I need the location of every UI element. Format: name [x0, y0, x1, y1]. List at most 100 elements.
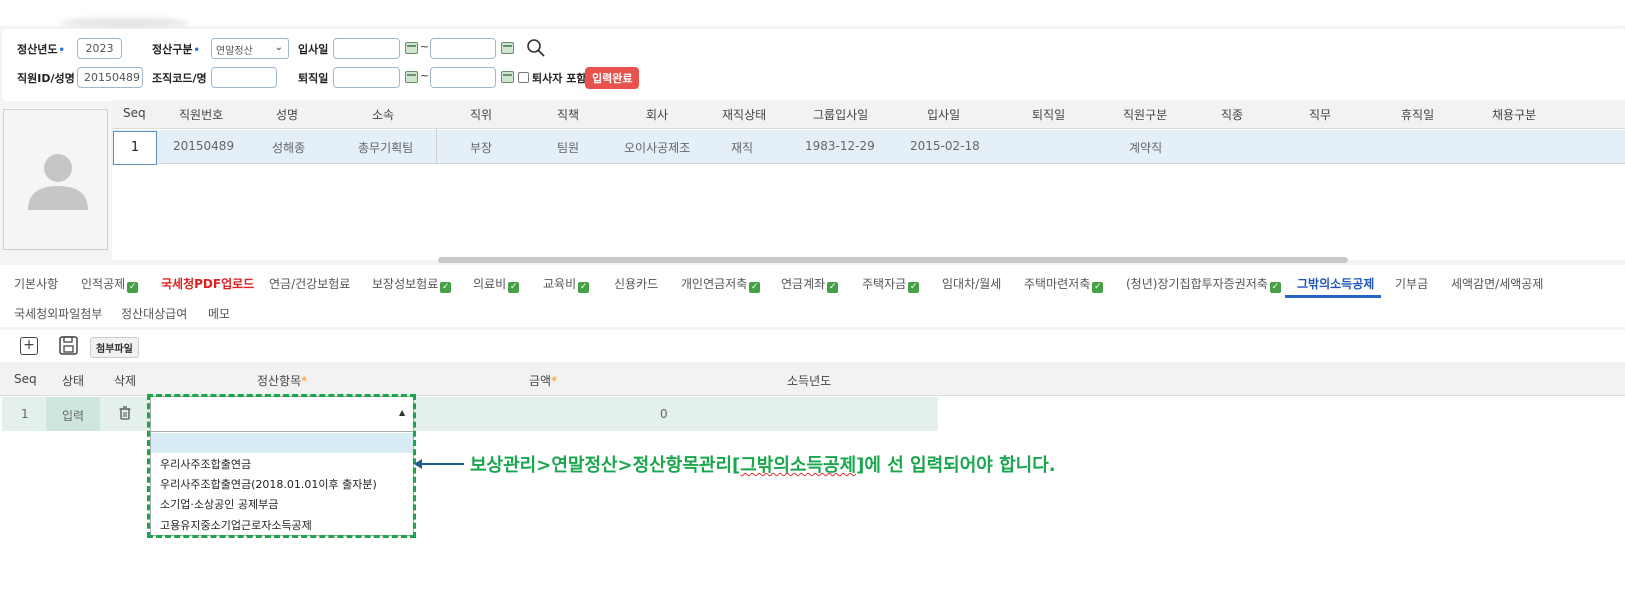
tab-credit-card[interactable]: 신용카드 — [614, 275, 658, 292]
cell-dept: 총무기획팀 — [358, 141, 414, 155]
floppy-disk-icon[interactable] — [59, 336, 78, 355]
col-status: 재직상태 — [722, 108, 767, 122]
cell-status: 재직 — [731, 141, 754, 155]
org-label: 조직코드/명 — [152, 72, 207, 85]
active-tab-underline — [1285, 295, 1381, 298]
cell-join: 2015-02-18 — [910, 139, 980, 153]
tab-memo[interactable]: 메모 — [208, 305, 230, 322]
col-hire-type: 채용구분 — [1492, 108, 1537, 122]
toolbar — [0, 330, 1625, 362]
arrow-line — [420, 463, 464, 465]
calendar-icon[interactable] — [405, 71, 418, 83]
table-row[interactable] — [2, 397, 938, 431]
tab-donation[interactable]: 기부금 — [1395, 275, 1428, 292]
tab-personal-pension[interactable]: 개인연금저축 ✓ — [681, 275, 761, 293]
col-delete: 삭제 — [114, 374, 137, 388]
chevron-down-icon: ⌄ — [274, 42, 283, 53]
year-label: 정산년도• — [17, 43, 65, 56]
tab-personal[interactable]: 인적공제 ✓ — [81, 275, 139, 293]
col-emp-no: 직원번호 — [179, 108, 224, 122]
col-duty: 직책 — [557, 108, 580, 122]
cell-seq[interactable]: 1 — [113, 131, 157, 165]
col-income-year: 소득년도 — [787, 374, 832, 388]
tab-target-salary[interactable]: 정산대상급여 — [121, 305, 187, 322]
cell-seq: 1 — [21, 407, 29, 421]
trash-icon[interactable] — [119, 406, 131, 420]
calendar-icon[interactable] — [501, 42, 514, 54]
check-icon: ✓ — [578, 282, 590, 293]
employee-grid: Seq 직원번호 성명 소속 직위 직책 회사 재직상태 그룹입사일 입사일 퇴… — [112, 100, 1625, 260]
tab-external-file[interactable]: 국세청외파일첨부 — [14, 305, 102, 322]
plus-square-icon[interactable]: + — [20, 337, 38, 355]
check-icon: ✓ — [827, 282, 839, 293]
horizontal-scrollbar[interactable] — [438, 257, 1348, 263]
tab-insurance[interactable]: 보장성보험료 ✓ — [372, 275, 452, 293]
col-join: 입사일 — [927, 108, 961, 122]
col-seq: Seq — [123, 106, 146, 120]
col-company: 회사 — [646, 108, 669, 122]
type-select[interactable]: 연말정산 ⌄ — [211, 38, 289, 59]
col-state: 상태 — [62, 374, 85, 388]
tab-education[interactable]: 교육비 ✓ — [543, 275, 590, 293]
cell-emp-type: 계약직 — [1129, 141, 1163, 155]
employee-grid-header: Seq 직원번호 성명 소속 직위 직책 회사 재직상태 그룹입사일 입사일 퇴… — [112, 100, 1625, 129]
check-icon: ✓ — [1269, 282, 1281, 293]
col-group-join: 그룹입사일 — [813, 108, 869, 122]
col-position: 직위 — [470, 108, 493, 122]
org-input[interactable] — [211, 67, 277, 88]
attach-file-button[interactable]: 첨부파일 — [90, 337, 139, 358]
tab-basic[interactable]: 기본사항 — [14, 275, 58, 292]
year-input[interactable]: 2023 — [77, 38, 122, 59]
col-retire: 퇴직일 — [1032, 108, 1066, 122]
tab-pdf-upload[interactable]: 국세청PDF업로드 — [161, 275, 254, 292]
col-seq: Seq — [14, 372, 37, 386]
search-icon[interactable] — [526, 38, 546, 58]
include-retired-checkbox[interactable] — [518, 72, 529, 83]
tab-other-income-deduction[interactable]: 그밖의소득공제 — [1297, 275, 1374, 292]
tab-housing-fund[interactable]: 주택자금 ✓ — [862, 275, 920, 293]
cell-state: 입력 — [62, 409, 85, 423]
emp-label: 직원ID/성명 — [17, 72, 75, 85]
employee-photo — [3, 109, 108, 250]
tab-pension-account[interactable]: 연금계좌 ✓ — [781, 275, 839, 293]
cell-group-join: 1983-12-29 — [805, 139, 875, 153]
tab-tax-reduction[interactable]: 세액감면/세액공제 — [1451, 275, 1543, 292]
avatar-icon — [28, 154, 88, 210]
type-label: 정산구분• — [152, 43, 200, 56]
bottom-strip — [0, 557, 1625, 598]
tab-pension-health[interactable]: 연금/건강보험료 — [269, 275, 350, 292]
col-emp-type: 직원구분 — [1123, 108, 1168, 122]
emp-input[interactable]: 20150489 — [77, 67, 143, 88]
col-job-kind: 직종 — [1221, 108, 1244, 122]
tab-rent[interactable]: 임대차/월세 — [942, 275, 1001, 292]
tab-housing-savings[interactable]: 주택마련저축 ✓ — [1024, 275, 1104, 293]
retire-label: 퇴직일 — [298, 72, 329, 85]
retire-to-input[interactable] — [430, 67, 496, 88]
frozen-divider — [436, 128, 437, 164]
top-shadow — [60, 18, 190, 28]
tab-medical[interactable]: 의료비 ✓ — [473, 275, 520, 293]
range-tilde: ~ — [420, 69, 430, 82]
cell-position: 부장 — [470, 141, 493, 155]
check-icon: ✓ — [508, 282, 520, 293]
calendar-icon[interactable] — [405, 42, 418, 54]
join-label: 입사일 — [298, 43, 329, 56]
cell-amount: 0 — [660, 407, 668, 421]
tab-long-term-investment[interactable]: (청년)장기집합투자증권저축 ✓ — [1126, 275, 1281, 293]
check-icon: ✓ — [440, 282, 452, 293]
cell-emp-no: 20150489 — [173, 139, 235, 153]
col-leave: 휴직일 — [1401, 108, 1435, 122]
calendar-icon[interactable] — [501, 71, 514, 83]
annotation-note: 보상관리>연말정산>정산항목관리[그밖의소득공제]에 선 입력되어야 합니다. — [470, 455, 1056, 476]
check-icon: ✓ — [1092, 282, 1104, 293]
col-amount: 금액* — [529, 374, 558, 388]
cell-name: 성해종 — [272, 141, 306, 155]
table-row[interactable]: 20150489 성해종 총무기획팀 부장 팀원 오이사공제조 재직 1983-… — [112, 130, 1625, 164]
range-tilde: ~ — [420, 40, 430, 53]
join-from-input[interactable] — [333, 38, 400, 59]
retire-from-input[interactable] — [333, 67, 400, 88]
col-item: 정산항목* — [257, 374, 308, 388]
cell-duty: 팀원 — [557, 141, 580, 155]
join-to-input[interactable] — [430, 38, 496, 59]
col-dept: 소속 — [372, 108, 395, 122]
